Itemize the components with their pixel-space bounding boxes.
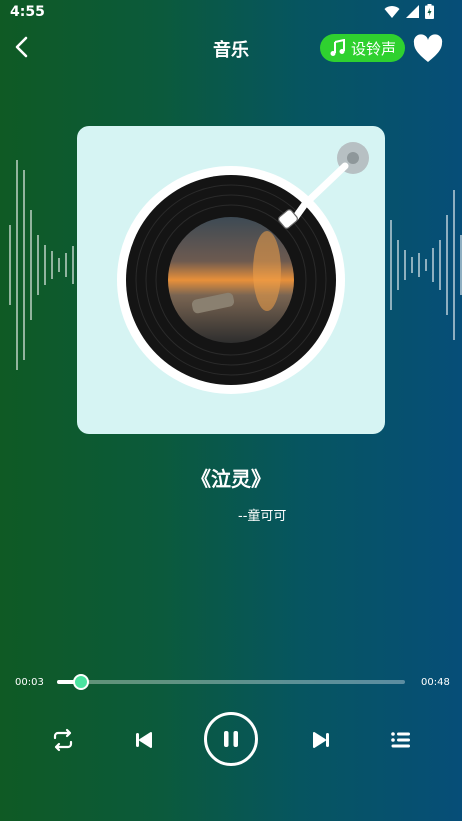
next-button[interactable] [306, 725, 336, 755]
music-note-icon [330, 39, 345, 56]
previous-button[interactable] [129, 725, 159, 755]
wifi-icon [384, 5, 400, 18]
current-time: 00:03 [15, 677, 44, 688]
song-title: 《泣灵》 [191, 467, 271, 491]
waveform-left [9, 150, 81, 380]
repeat-icon [53, 728, 73, 752]
song-artist: --童可可 [238, 509, 287, 524]
album-card [77, 126, 385, 434]
progress-knob[interactable] [73, 674, 90, 690]
pause-icon [224, 731, 238, 747]
favorite-button[interactable] [412, 34, 444, 64]
status-icons [384, 4, 434, 19]
status-time: 4:55 [10, 4, 45, 20]
battery-icon [425, 4, 434, 19]
waveform-right [390, 150, 462, 380]
repeat-button[interactable] [48, 725, 78, 755]
pause-button[interactable] [204, 712, 258, 766]
vinyl-record-icon [117, 142, 369, 394]
heart-icon [413, 34, 443, 62]
progress-track[interactable] [57, 680, 405, 684]
skip-previous-icon [136, 732, 152, 748]
set-ringtone-label: 设铃声 [350, 39, 396, 58]
playlist-icon [391, 732, 410, 748]
signal-icon [406, 5, 419, 18]
skip-next-icon [313, 732, 329, 748]
playlist-button[interactable] [386, 725, 416, 755]
set-ringtone-button[interactable]: 设铃声 [320, 34, 405, 62]
total-time: 00:48 [421, 677, 450, 688]
